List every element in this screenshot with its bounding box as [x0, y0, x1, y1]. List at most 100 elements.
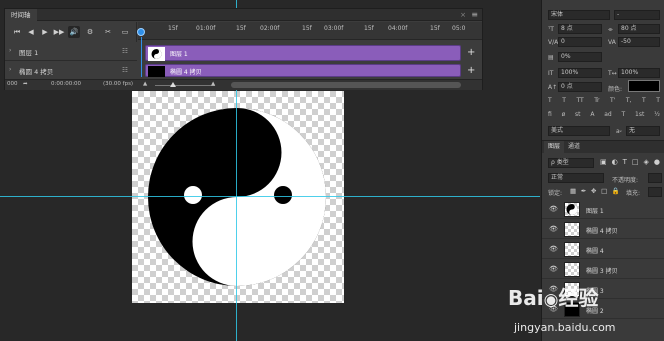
underline-button[interactable]: T [642, 97, 646, 107]
tab-channels[interactable]: 通道 [564, 141, 584, 153]
visibility-eye-icon[interactable]: 👁 [549, 225, 558, 233]
antialias-select[interactable]: 无 [626, 126, 660, 136]
ligature-button[interactable]: fi [548, 111, 552, 121]
adjustment-filter-icon[interactable]: ◐ [612, 158, 618, 168]
superscript-button[interactable]: T' [610, 97, 615, 107]
contextual-alt-button[interactable]: ø [562, 111, 566, 121]
timeline-ruler[interactable]: 15f 01:00f 15f 02:00f 15f 03:00f 15f 04:… [138, 22, 482, 40]
timeline-tab[interactable]: 时间轴 [5, 9, 37, 21]
timeline-layer-name: 图层 1 [19, 49, 39, 57]
layer-row[interactable]: 👁 椭圆 4 [542, 240, 664, 259]
film-icon[interactable]: ☷ [122, 47, 128, 55]
layer-name: 椭圆 4 [586, 248, 604, 255]
fill-input[interactable] [648, 187, 662, 197]
font-size-input[interactable]: 8 点 [558, 24, 602, 34]
stylistic-alt-button[interactable]: ad [604, 111, 612, 121]
clip-thumbnail [148, 47, 165, 61]
yin-yang-left-dot [184, 186, 202, 204]
ruler-tick-label: 01:00f [196, 25, 216, 32]
fractions-button[interactable]: ½ [654, 111, 660, 121]
timeline-layer-row[interactable]: › 图层 1 ☷ [5, 43, 137, 61]
timeline-clip[interactable]: 椭圆 4 拷贝 [145, 64, 461, 77]
add-media-icon[interactable]: + [467, 47, 475, 58]
tracking-input[interactable]: -50 [618, 37, 660, 47]
faux-italic-button[interactable]: T [562, 97, 566, 107]
close-icon[interactable]: × [460, 9, 466, 21]
zoom-slider-handle[interactable] [170, 82, 176, 87]
leading-input[interactable]: 80 点 [618, 24, 660, 34]
antialias-icon: a⸚ [616, 128, 622, 135]
settings-icon[interactable]: ⚙ [84, 26, 96, 38]
language-select[interactable]: 美式 [548, 126, 610, 136]
zoom-in-icon[interactable]: ▲ [211, 81, 215, 87]
blend-mode-select[interactable]: 正常 [548, 173, 604, 183]
tsume-input[interactable]: 0% [558, 52, 602, 62]
layer-row[interactable]: 👁 图层 1 [542, 200, 664, 219]
smart-object-filter-icon[interactable]: ◈ [644, 158, 649, 168]
kerning-input[interactable]: 0 [558, 37, 602, 47]
timeline-clip[interactable]: 图层 1 [145, 45, 461, 61]
add-media-icon[interactable]: + [467, 65, 475, 76]
filter-toggle-icon[interactable]: ● [654, 158, 660, 168]
discretionary-ligature-button[interactable]: st [575, 111, 580, 121]
visibility-eye-icon[interactable]: 👁 [549, 265, 558, 273]
titling-button[interactable]: T [622, 111, 626, 121]
lock-position-icon[interactable]: ✥ [591, 187, 596, 195]
font-style-select[interactable]: - [614, 10, 660, 20]
timeline-layer-name: 椭圆 4 拷贝 [19, 68, 54, 76]
first-frame-icon[interactable]: ⏮ [11, 26, 23, 38]
lock-all-icon[interactable]: 🔒 [612, 187, 620, 195]
guide-horizontal[interactable] [0, 196, 540, 197]
panel-menu-icon[interactable]: ≡ [471, 9, 478, 21]
ruler-tick-label: 15f [236, 25, 246, 32]
tab-layers[interactable]: 图层 [544, 141, 565, 153]
transition-icon[interactable]: ▭ [119, 26, 131, 38]
lock-pixels-icon[interactable]: ✒ [581, 187, 586, 195]
zoom-out-icon[interactable]: ▲ [143, 81, 147, 87]
layer-filter-buttons: ▣ ◐ T □ ◈ ● [600, 158, 660, 168]
subscript-button[interactable]: T, [626, 97, 632, 107]
shape-filter-icon[interactable]: □ [632, 158, 639, 168]
expand-chevron-icon[interactable]: › [9, 47, 11, 54]
timeline-scrollbar[interactable] [231, 82, 461, 88]
small-caps-button[interactable]: Tr [594, 97, 599, 107]
vertical-scale-input[interactable]: 100% [558, 68, 602, 78]
faux-bold-button[interactable]: T [548, 97, 552, 107]
document-canvas[interactable] [132, 91, 344, 303]
swash-button[interactable]: A [590, 111, 594, 121]
font-family-select[interactable]: 宋体 [548, 10, 610, 20]
ordinals-button[interactable]: 1st [635, 111, 644, 121]
next-frame-icon[interactable]: ▶▶ [53, 26, 65, 38]
timeline-layer-row[interactable]: › 椭圆 4 拷贝 ☷ [5, 62, 137, 80]
fps-readout: (30.00 fps) [103, 81, 134, 87]
font-size-icon: ᵀT [548, 26, 554, 33]
type-filter-icon[interactable]: T [623, 158, 627, 168]
baseline-input[interactable]: 0 点 [558, 82, 602, 92]
split-scissors-icon[interactable]: ✂ [102, 26, 114, 38]
opacity-input[interactable] [648, 173, 662, 183]
strikethrough-button[interactable]: T [656, 97, 660, 107]
audio-icon[interactable]: 🔊 [68, 26, 80, 38]
play-icon[interactable]: ▶ [39, 26, 51, 38]
vertical-scale-icon: IT [548, 70, 554, 77]
pixel-filter-icon[interactable]: ▣ [600, 158, 607, 168]
layer-filter-select[interactable]: ρ 类型 [548, 158, 594, 168]
expand-chevron-icon[interactable]: › [9, 66, 11, 73]
film-icon[interactable]: ☷ [122, 66, 128, 74]
layer-row[interactable]: 👁 椭圆 4 拷贝 [542, 220, 664, 239]
zoom-slider[interactable] [155, 85, 215, 86]
color-label: 颜色: [608, 86, 623, 93]
render-icon[interactable]: ➦ [23, 81, 28, 87]
ruler-tick-label: 05:0 [452, 25, 466, 32]
playhead-handle[interactable] [137, 28, 145, 36]
prev-frame-icon[interactable]: ◀ [25, 26, 37, 38]
time-readout: 0:00:00:00 [51, 81, 82, 87]
all-caps-button[interactable]: TT [576, 97, 583, 107]
lock-transparent-icon[interactable]: ▦ [570, 187, 576, 195]
text-color-swatch[interactable] [628, 80, 660, 92]
layer-row[interactable]: 👁 椭圆 3 拷贝 [542, 260, 664, 279]
lock-artboard-icon[interactable]: □ [601, 187, 607, 195]
horizontal-scale-input[interactable]: 100% [618, 68, 660, 78]
visibility-eye-icon[interactable]: 👁 [549, 205, 558, 213]
visibility-eye-icon[interactable]: 👁 [549, 245, 558, 253]
